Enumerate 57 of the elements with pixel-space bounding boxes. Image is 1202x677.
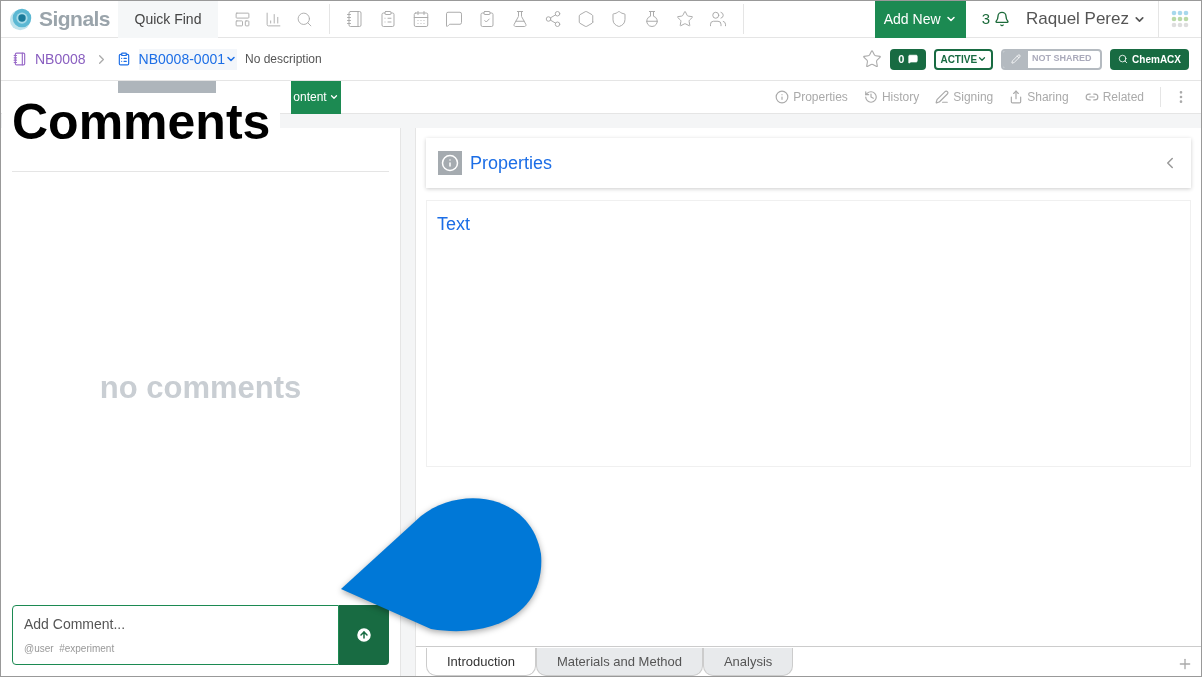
- add-tab-icon[interactable]: [1177, 656, 1193, 672]
- properties-title: Properties: [470, 151, 553, 175]
- pencil-icon: [1010, 54, 1021, 64]
- content-dropdown[interactable]: ontent: [291, 80, 341, 114]
- flask-icon[interactable]: [511, 10, 529, 28]
- comment-field[interactable]: Add Comment...: [24, 614, 327, 635]
- star-icon[interactable]: [676, 10, 694, 28]
- sheet-tab[interactable]: Materials and Method: [535, 648, 703, 676]
- comment-hints: @user #experiment: [24, 642, 116, 656]
- arrow-up-icon: [355, 626, 373, 644]
- info-icon: [775, 90, 790, 104]
- section-title: Text: [437, 214, 470, 234]
- nodes-icon[interactable]: [544, 10, 562, 28]
- send-button[interactable]: [339, 605, 389, 665]
- search-icon[interactable]: [296, 10, 313, 28]
- share-icon: [1009, 90, 1024, 104]
- description-text: No description: [245, 51, 322, 68]
- star-icon[interactable]: [862, 49, 883, 69]
- round-flask-icon[interactable]: [643, 10, 661, 28]
- notebook-link[interactable]: NB0008: [35, 48, 86, 70]
- comment-box[interactable]: Add Comment... @user #experiment: [12, 605, 339, 665]
- message-icon[interactable]: [445, 10, 463, 28]
- sharing-status: NOT SHARED: [1031, 52, 1093, 66]
- users-icon[interactable]: [709, 10, 727, 28]
- bell-icon[interactable]: [994, 11, 1010, 27]
- app-name: Signals: [39, 6, 110, 33]
- comments-count-button[interactable]: 0: [890, 48, 927, 70]
- chemacx-search-button[interactable]: ChemACX: [1110, 48, 1189, 70]
- search-icon: [1118, 54, 1129, 64]
- bar-chart-icon[interactable]: [265, 10, 282, 28]
- hexagon-icon[interactable]: [577, 10, 595, 28]
- user-menu[interactable]: Raquel Perez: [1026, 6, 1158, 32]
- properties-header[interactable]: Properties: [426, 138, 1191, 188]
- apps-grid-icon[interactable]: [1171, 10, 1189, 28]
- signing-icon: [935, 90, 950, 104]
- clipboard-check-icon[interactable]: [478, 10, 496, 28]
- history-icon: [863, 90, 878, 104]
- notebook-icon: [13, 52, 27, 66]
- caret-icon: [977, 54, 988, 64]
- info-icon: [441, 154, 459, 172]
- quick-find-button[interactable]: Quick Find: [118, 1, 218, 38]
- calendar-icon[interactable]: [412, 10, 430, 28]
- speech-bubble-icon: [908, 54, 919, 64]
- add-new-button[interactable]: Add New: [874, 1, 966, 38]
- notebook-icon[interactable]: [346, 10, 364, 28]
- sheet-tab[interactable]: Introduction: [426, 648, 536, 676]
- toolbar-link[interactable]: Signing: [935, 88, 994, 106]
- layout-icon[interactable]: [234, 10, 251, 28]
- experiment-dropdown[interactable]: NB0008-0001: [138, 48, 237, 70]
- caret-icon: [328, 92, 339, 102]
- clipboard-icon: [116, 52, 131, 66]
- status-dropdown[interactable]: ACTIVE: [934, 48, 994, 70]
- shield-icon[interactable]: [610, 10, 628, 28]
- clipboard-icon[interactable]: [379, 10, 397, 28]
- link-icon: [1084, 90, 1099, 104]
- sheet-tab[interactable]: Analysis: [702, 648, 794, 676]
- notification-count: 3: [981, 8, 990, 29]
